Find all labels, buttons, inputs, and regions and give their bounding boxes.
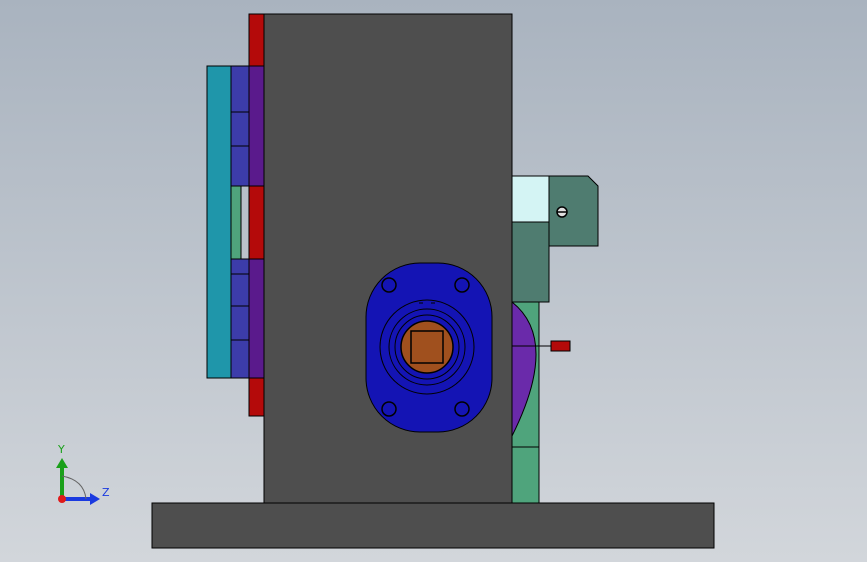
base-plate[interactable] xyxy=(151,502,715,549)
right-slate-block[interactable] xyxy=(511,221,550,303)
left-red-plate-bottom[interactable] xyxy=(248,377,265,417)
red-pin[interactable] xyxy=(550,340,571,352)
flange-bolt-hole[interactable] xyxy=(454,401,470,417)
right-cyan-block[interactable] xyxy=(511,175,550,223)
square-shaft[interactable] xyxy=(410,330,444,364)
main-body[interactable] xyxy=(263,13,513,504)
left-indigo-block-lower[interactable] xyxy=(230,258,250,379)
flange-bolt-hole[interactable] xyxy=(454,277,470,293)
cad-viewport[interactable] xyxy=(0,0,867,562)
flange-bolt-hole[interactable] xyxy=(381,401,397,417)
left-red-plate-mid[interactable] xyxy=(248,185,265,260)
flange-bolt-hole[interactable] xyxy=(381,277,397,293)
left-red-plate-top[interactable] xyxy=(248,13,265,67)
left-indigo-block-upper[interactable] xyxy=(230,65,250,187)
triad-origin-icon xyxy=(58,495,66,503)
left-mint-strip xyxy=(230,185,242,260)
left-purple-plate-lower[interactable] xyxy=(248,258,265,379)
left-teal-bar[interactable] xyxy=(206,65,232,379)
left-purple-plate-upper[interactable] xyxy=(248,65,265,187)
triad-y-label: Y xyxy=(58,443,65,456)
triad-z-label: Z xyxy=(102,486,110,499)
